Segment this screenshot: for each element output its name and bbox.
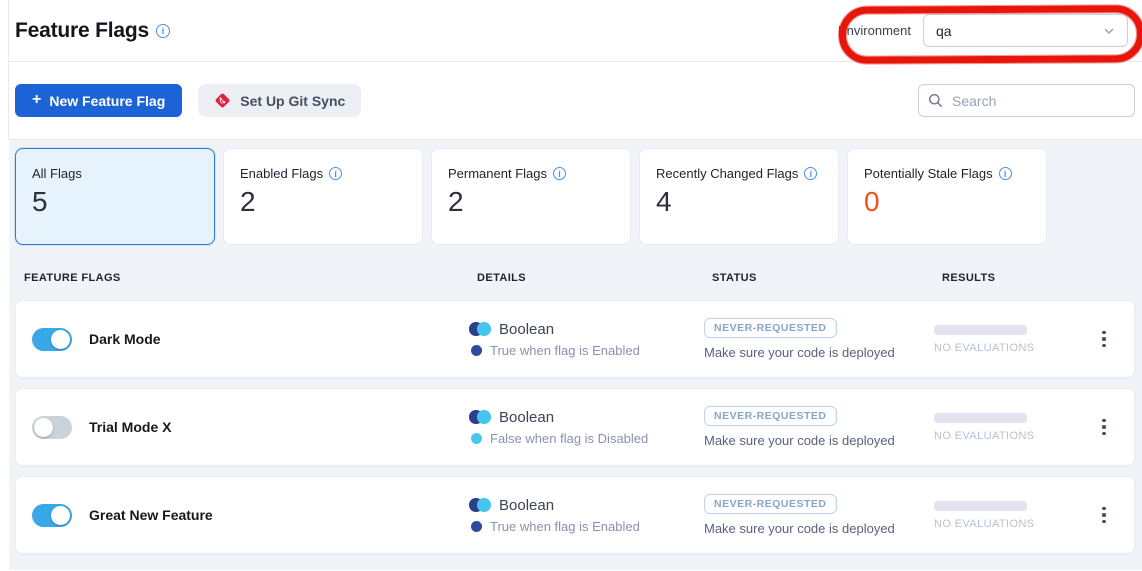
git-sync-button[interactable]: Set Up Git Sync [198,84,361,117]
rule-dot [471,345,482,356]
column-header-feature-flags: FEATURE FLAGS [24,272,477,284]
table-header: FEATURE FLAGS DETAILS STATUS RESULTS [15,272,1135,284]
toggle-knob [34,418,53,437]
stat-label: All Flags [32,166,82,181]
flags-section: All Flagsi 5 Enabled Flagsi 2 Permanent … [9,140,1142,570]
flag-type-label: Boolean [499,409,554,426]
column-header-results: RESULTS [942,272,1135,284]
stat-card-recently-changed-flags[interactable]: Recently Changed Flags i 4 [639,148,839,245]
results-placeholder-bar [934,501,1027,511]
git-icon [214,92,231,109]
environment-label: Environment [838,23,911,38]
flag-name[interactable]: Great New Feature [89,507,213,523]
row-menu-kebab-icon[interactable] [1090,413,1118,441]
page-header: Feature Flags i Environment qa [9,0,1142,62]
table-row: Great New Feature Boolean True when flag… [15,476,1135,554]
stat-label: Permanent Flags [448,166,547,181]
toggle-knob [51,506,70,525]
stat-value: 4 [656,186,822,218]
status-badge: NEVER-REQUESTED [704,406,837,426]
toggle-knob [51,330,70,349]
stat-card-all-flags[interactable]: All Flagsi 5 [15,148,215,245]
chevron-down-icon [1103,25,1115,37]
stat-value: 5 [32,186,198,218]
flag-toggle[interactable] [32,416,72,439]
environment-select[interactable]: qa [923,14,1128,47]
rule-text: True when flag is Enabled [490,343,640,358]
boolean-type-icon [469,498,491,512]
stat-card-enabled-flags[interactable]: Enabled Flags i 2 [223,148,423,245]
column-header-details: DETAILS [477,272,712,284]
flag-toggle[interactable] [32,328,72,351]
search-input[interactable] [918,84,1135,117]
stat-card-permanent-flags[interactable]: Permanent Flags i 2 [431,148,631,245]
results-placeholder-bar [934,413,1027,423]
info-icon[interactable]: i [553,167,566,180]
status-text: Make sure your code is deployed [704,521,934,536]
rule-text: False when flag is Disabled [490,431,648,446]
rule-text: True when flag is Enabled [490,519,640,534]
row-menu-kebab-icon[interactable] [1090,501,1118,529]
info-icon[interactable]: i [329,167,342,180]
flag-type-label: Boolean [499,321,554,338]
flag-toggle[interactable] [32,504,72,527]
sidebar-edge-divider [8,0,9,140]
git-sync-label: Set Up Git Sync [240,93,345,109]
page-title: Feature Flags [15,19,149,43]
stat-value: 2 [448,186,614,218]
row-menu-kebab-icon[interactable] [1090,325,1118,353]
environment-picker: Environment qa [838,14,1128,47]
new-feature-flag-button[interactable]: + New Feature Flag [15,84,182,117]
boolean-type-icon [469,322,491,336]
main-content: Feature Flags i Environment qa + New Fea… [9,0,1142,571]
table-row: Dark Mode Boolean True when flag is Enab… [15,300,1135,378]
column-header-status: STATUS [712,272,942,284]
stat-label: Enabled Flags [240,166,323,181]
status-badge: NEVER-REQUESTED [704,318,837,338]
results-label: NO EVALUATIONS [934,430,1078,442]
title-info-icon[interactable]: i [156,24,170,38]
status-text: Make sure your code is deployed [704,433,934,448]
stat-label: Recently Changed Flags [656,166,798,181]
stat-value: 0 [864,186,1030,218]
toolbar: + New Feature Flag Set Up Git Sync [9,62,1142,140]
plus-icon: + [32,92,41,108]
flag-type-label: Boolean [499,497,554,514]
boolean-type-icon [469,410,491,424]
flag-name[interactable]: Trial Mode X [89,419,171,435]
results-label: NO EVALUATIONS [934,518,1078,530]
table-row: Trial Mode X Boolean False when flag is … [15,388,1135,466]
flag-name[interactable]: Dark Mode [89,331,161,347]
results-placeholder-bar [934,325,1027,335]
rule-dot [471,433,482,444]
search-icon [928,93,943,113]
stat-card-potentially-stale-flags[interactable]: Potentially Stale Flags i 0 [847,148,1047,245]
results-label: NO EVALUATIONS [934,342,1078,354]
environment-selected-value: qa [936,23,952,39]
info-icon[interactable]: i [999,167,1012,180]
status-text: Make sure your code is deployed [704,345,934,360]
status-badge: NEVER-REQUESTED [704,494,837,514]
info-icon[interactable]: i [804,167,817,180]
rule-dot [471,521,482,532]
stats-cards: All Flagsi 5 Enabled Flagsi 2 Permanent … [15,148,1135,245]
new-feature-flag-label: New Feature Flag [49,93,165,109]
search-box [918,84,1135,117]
stat-label: Potentially Stale Flags [864,166,993,181]
stat-value: 2 [240,186,406,218]
